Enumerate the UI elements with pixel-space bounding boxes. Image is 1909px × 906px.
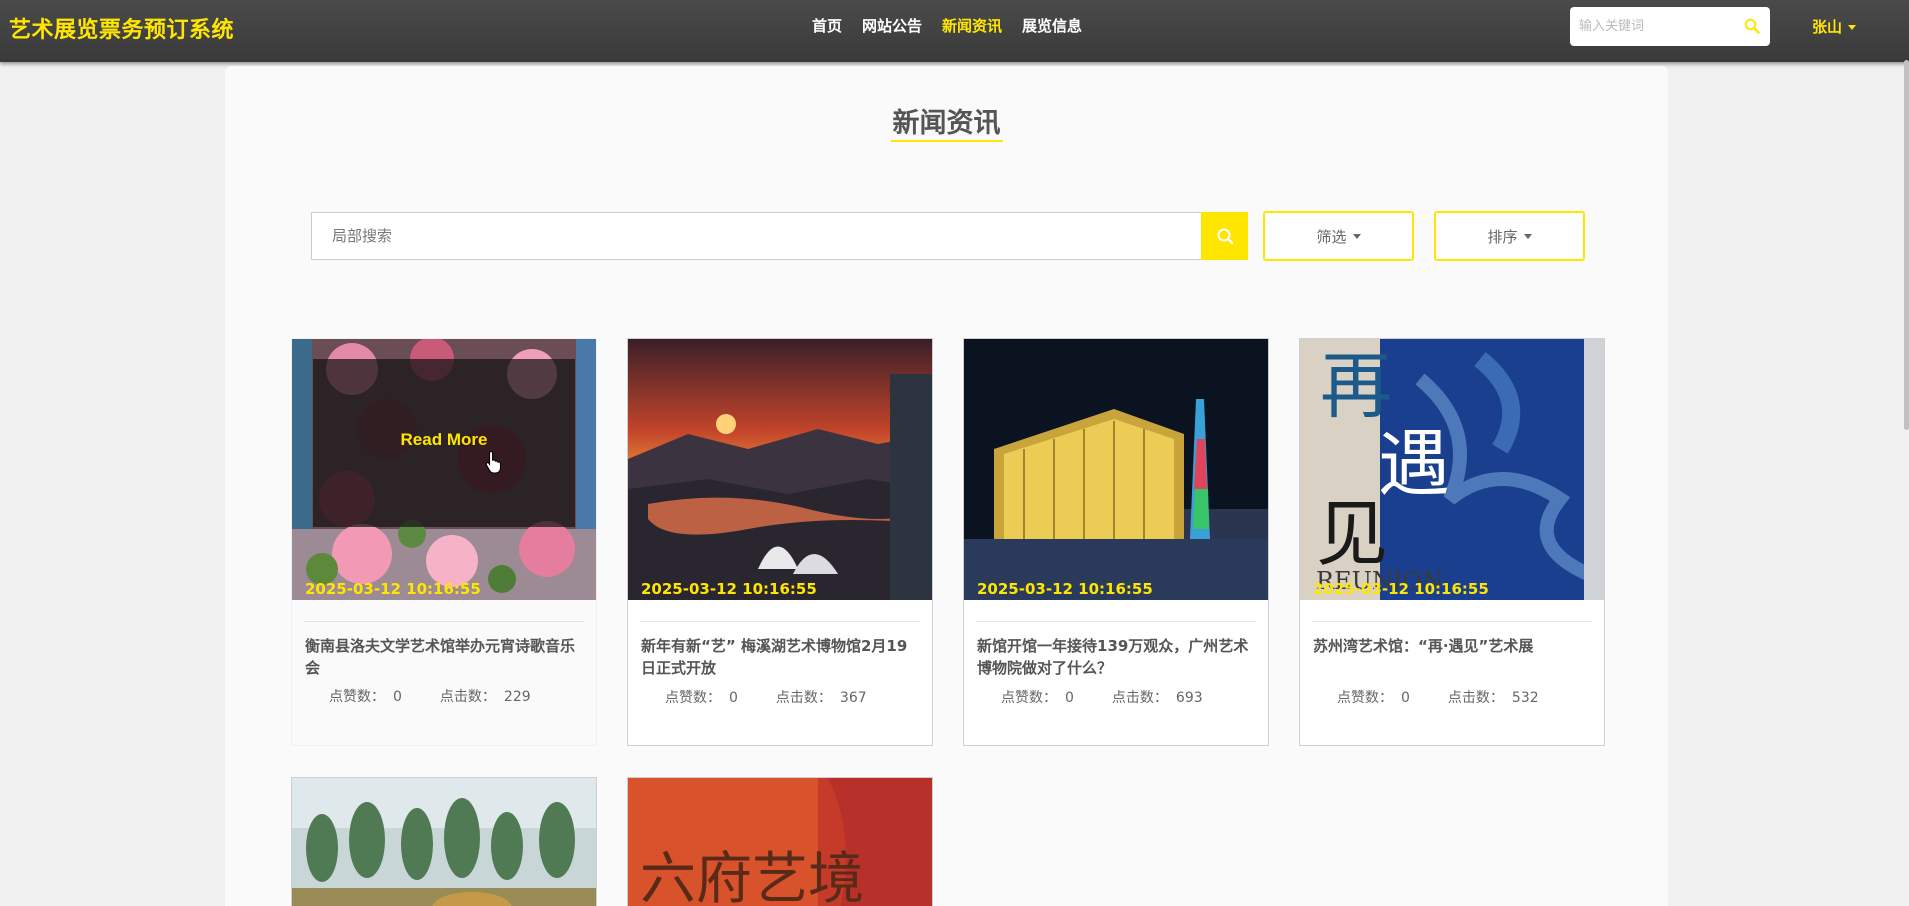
local-search: [311, 212, 1248, 260]
news-stats: 点赞数： 0 点击数： 532: [1337, 687, 1539, 707]
content-panel: 新闻资讯 筛选 排序 Read More 2025-03-1: [225, 66, 1668, 906]
news-card[interactable]: [291, 777, 597, 906]
top-navbar: 艺术展览票务预订系统 首页 网站公告 新闻资讯 展览信息 张山: [0, 0, 1909, 62]
chevron-down-icon: [1523, 233, 1532, 239]
click-label: 点击数：: [1111, 690, 1168, 706]
news-date: 2025-03-12 10:16:55: [1313, 580, 1489, 598]
click-value: 367: [839, 690, 867, 706]
click-count: 点击数： 229: [440, 686, 531, 706]
chevron-down-icon: [1848, 25, 1857, 30]
local-search-input[interactable]: [311, 212, 1201, 260]
news-stats: 点赞数： 0 点击数： 229: [329, 686, 531, 706]
click-value: 693: [1175, 690, 1203, 706]
news-thumbnail: [964, 339, 1268, 600]
hand-cursor-icon: [485, 450, 502, 474]
filter-label: 筛选: [1316, 227, 1347, 246]
like-value: 0: [1401, 690, 1410, 706]
news-thumbnail: [628, 339, 932, 600]
news-thumbnail: 再 遇 见 REUNION: [1300, 339, 1604, 600]
user-name: 张山: [1812, 18, 1843, 36]
chevron-down-icon: [1352, 233, 1361, 239]
page-scrollbar[interactable]: [1904, 60, 1909, 430]
like-value: 0: [1065, 690, 1074, 706]
click-count: 点击数： 693: [1112, 687, 1203, 707]
like-label: 点赞数：: [665, 690, 721, 706]
card-divider: [304, 621, 584, 622]
news-stats: 点赞数： 0 点击数： 367: [665, 687, 867, 707]
poster-char: 遇: [1378, 422, 1450, 506]
read-more-label: Read More: [400, 430, 488, 449]
local-search-button[interactable]: [1201, 212, 1248, 260]
click-count: 点击数： 367: [776, 687, 867, 707]
filter-dropdown[interactable]: 筛选: [1263, 211, 1414, 261]
nav-home[interactable]: 首页: [812, 15, 842, 36]
header-search-input[interactable]: [1570, 7, 1730, 46]
like-label: 点赞数：: [1001, 690, 1057, 706]
like-value: 0: [729, 690, 738, 706]
search-icon: [1217, 228, 1233, 245]
page-title: 新闻资讯: [892, 108, 1001, 139]
like-count: 点赞数： 0: [665, 687, 738, 707]
news-title[interactable]: 苏州湾艺术馆：“再·遇见”艺术展: [1313, 635, 1592, 657]
nav-announcements[interactable]: 网站公告: [862, 15, 922, 36]
like-value: 0: [393, 689, 402, 705]
like-count: 点赞数： 0: [329, 686, 402, 706]
site-brand[interactable]: 艺术展览票务预订系统: [9, 12, 234, 44]
search-icon[interactable]: [1744, 18, 1760, 38]
click-label: 点击数：: [1447, 690, 1504, 706]
title-underline: [891, 140, 1003, 142]
sort-label: 排序: [1487, 227, 1518, 246]
news-title[interactable]: 新馆开馆一年接待139万观众，广州艺术博物院做对了什么？: [977, 635, 1256, 679]
user-menu[interactable]: 张山: [1812, 16, 1857, 37]
click-count: 点击数： 532: [1448, 687, 1539, 707]
painting-calligraphy: 六府艺境: [640, 847, 864, 906]
card-divider: [640, 621, 920, 622]
card-divider: [1312, 621, 1592, 622]
card-divider: [976, 621, 1256, 622]
like-count: 点赞数： 0: [1001, 687, 1074, 707]
main-nav: 首页 网站公告 新闻资讯 展览信息: [812, 15, 1082, 36]
header-search: [1570, 7, 1770, 46]
nav-exhibitions[interactable]: 展览信息: [1022, 15, 1082, 36]
news-card[interactable]: 六府艺境: [627, 777, 933, 906]
news-date: 2025-03-12 10:16:55: [977, 580, 1153, 598]
nav-news[interactable]: 新闻资讯: [942, 15, 1002, 36]
news-title[interactable]: 衡南县洛夫文学艺术馆举办元宵诗歌音乐会: [305, 635, 584, 679]
sort-dropdown[interactable]: 排序: [1434, 211, 1585, 261]
like-label: 点赞数：: [329, 689, 385, 705]
click-value: 532: [1511, 690, 1539, 706]
news-thumbnail: 六府艺境: [628, 778, 932, 906]
news-stats: 点赞数： 0 点击数： 693: [1001, 687, 1203, 707]
news-card[interactable]: 再 遇 见 REUNION 2025-03-12 10:16:55 苏州湾艺术馆…: [1299, 338, 1605, 746]
like-label: 点赞数：: [1337, 690, 1393, 706]
poster-char: 再: [1320, 344, 1392, 428]
news-title[interactable]: 新年有新“艺” 梅溪湖艺术博物馆2月19日正式开放: [641, 635, 920, 679]
news-card[interactable]: 2025-03-12 10:16:55 新馆开馆一年接待139万观众，广州艺术博…: [963, 338, 1269, 746]
click-label: 点击数：: [775, 690, 832, 706]
news-card[interactable]: 2025-03-12 10:16:55 新年有新“艺” 梅溪湖艺术博物馆2月19…: [627, 338, 933, 746]
click-value: 229: [503, 689, 531, 705]
news-card[interactable]: Read More 2025-03-12 10:16:55 衡南县洛夫文学艺术馆…: [291, 338, 597, 746]
news-thumbnail: [292, 778, 596, 906]
news-date: 2025-03-12 10:16:55: [641, 580, 817, 598]
poster-char: 见: [1316, 492, 1388, 576]
like-count: 点赞数： 0: [1337, 687, 1410, 707]
click-label: 点击数：: [439, 689, 496, 705]
news-date: 2025-03-12 10:16:55: [305, 580, 481, 598]
read-more-overlay[interactable]: Read More: [313, 359, 575, 527]
